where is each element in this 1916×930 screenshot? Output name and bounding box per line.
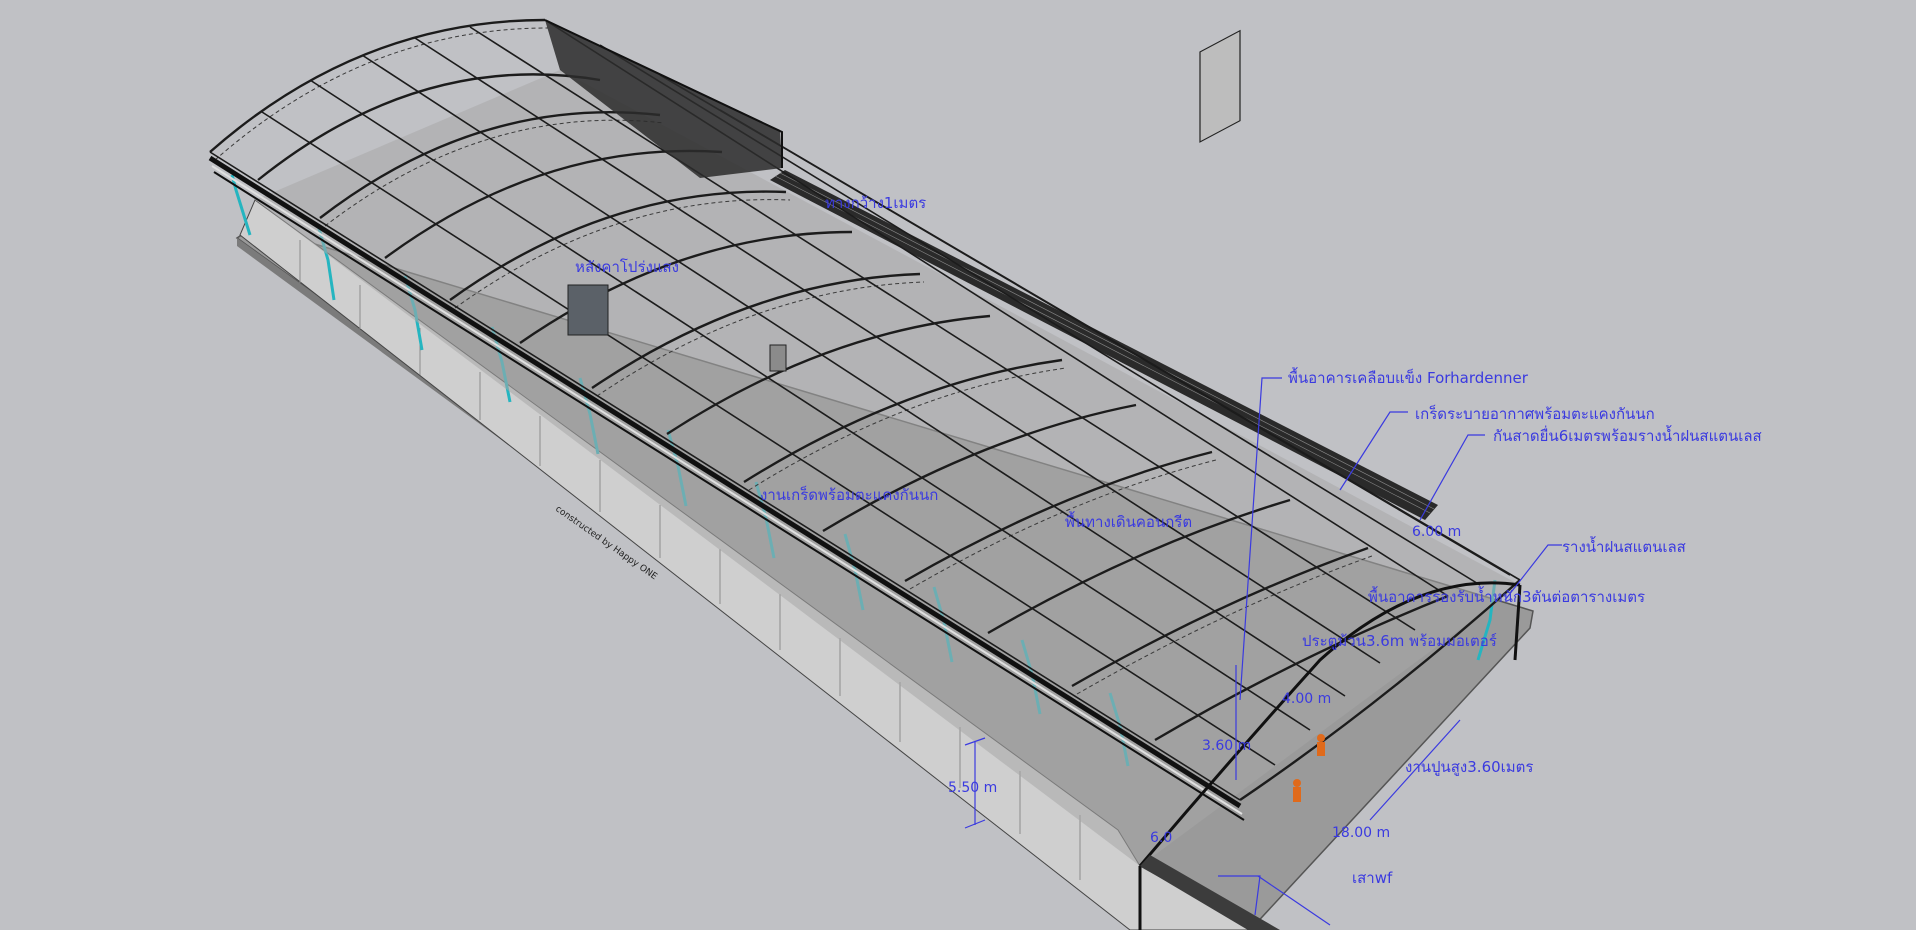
building-model-drawing: constructed by Happy ONE ทางกว้าง1เมตร ห… xyxy=(208,18,1762,930)
dimension-eave-height: 5.50 m xyxy=(948,780,997,796)
dimension-column-bay: 6.0 xyxy=(1150,830,1172,846)
annotation-floor-load: พื้นอาคารรองรับน้ำหนัก3ตันต่อตารางเมตร xyxy=(1368,586,1645,606)
annotation-walkway: ทางกว้าง1เมตร xyxy=(825,194,926,212)
interior-window xyxy=(567,284,609,336)
dimension-canopy-width: 6.00 m xyxy=(1412,524,1461,540)
annotation-stainless-gutter: รางน้ำฝนสแตนเลส xyxy=(1562,536,1686,556)
annotation-vent-door: งานเกร็ดพร้อมตะแคงกันนก xyxy=(760,485,938,504)
interior-door xyxy=(769,344,787,372)
annotation-brick-wall: งานปูนสูง3.60เมตร xyxy=(1405,758,1533,776)
dimension-span: 18.00 m xyxy=(1332,825,1390,841)
annotation-skylight: หลังคาโปร่งแสง xyxy=(575,258,679,276)
annotation-hardener-floor: พื้นอาคารเคลือบแข็ง Forhardenner xyxy=(1288,367,1529,387)
annotation-canopy: กันสาดยื่น6เมตรพร้อมรางน้ำฝนสแตนเลส xyxy=(1493,425,1762,445)
dimension-door-width: 4.00 m xyxy=(1282,691,1331,707)
dimension-door-height: 3.60 m xyxy=(1202,738,1251,754)
annotation-vent-grille: เกร็ดระบายอากาศพร้อมตะแคงกันนก xyxy=(1415,404,1655,423)
annotation-walk-floor: พื้นทางเดินคอนกรีต xyxy=(1065,511,1192,531)
roll-door xyxy=(1199,29,1241,143)
annotation-wf-column: เสาwf xyxy=(1352,869,1393,887)
annotation-roll-door: ประตูม้วน3.6m พร้อมมอเตอร์ xyxy=(1302,632,1497,650)
